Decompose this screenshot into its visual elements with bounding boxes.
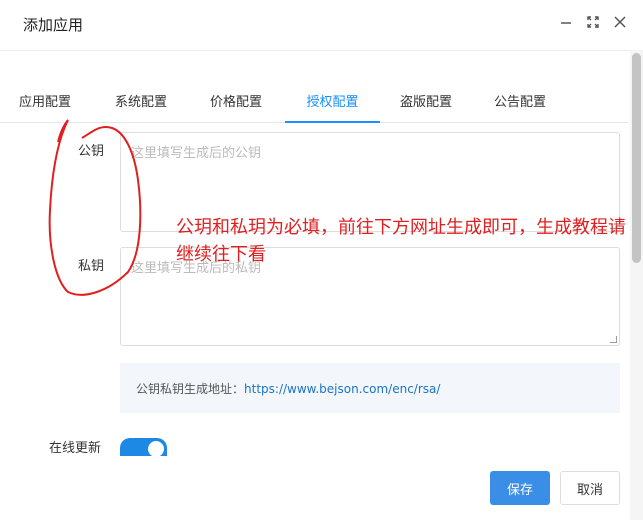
- resize-grip-icon[interactable]: [610, 336, 617, 343]
- maximize-icon[interactable]: [586, 15, 600, 29]
- cancel-button[interactable]: 取消: [560, 471, 620, 505]
- info-url-link[interactable]: https://www.bejson.com/enc/rsa/: [244, 382, 440, 396]
- online-update-label: 在线更新: [49, 441, 102, 456]
- tab-notice-config[interactable]: 公告配置: [494, 91, 546, 121]
- vertical-scrollbar[interactable]: [630, 50, 643, 520]
- minimize-icon[interactable]: [559, 15, 573, 29]
- private-key-label: 私钥: [78, 259, 105, 274]
- online-update-switch[interactable]: [120, 438, 167, 456]
- tab-price-config[interactable]: 价格配置: [210, 91, 262, 121]
- info-prefix: 公钥私钥生成地址：: [136, 382, 245, 396]
- save-button[interactable]: 保存: [490, 471, 550, 505]
- tab-system-config[interactable]: 系统配置: [115, 91, 167, 121]
- tab-auth-config[interactable]: 授权配置: [285, 91, 380, 123]
- key-generator-info: 公钥私钥生成地址：https://www.bejson.com/enc/rsa/: [120, 363, 620, 413]
- scrollbar-thumb[interactable]: [632, 53, 641, 263]
- dialog-title: 添加应用: [23, 16, 84, 34]
- public-key-placeholder: 这里填写生成后的公钥: [131, 146, 262, 161]
- info-text: 公钥私钥生成地址：https://www.bejson.com/enc/rsa/: [136, 380, 440, 397]
- annotation-text: 公玥和私玥为必填，前往下方网址生成即可，生成教程请继续往下看: [176, 217, 626, 265]
- window-controls: [559, 15, 627, 29]
- close-icon[interactable]: [613, 15, 627, 29]
- tab-bar: 应用配置 系统配置 价格配置 授权配置 盗版配置 公告配置: [0, 86, 628, 123]
- tab-app-config[interactable]: 应用配置: [19, 91, 71, 121]
- switch-knob: [148, 441, 164, 456]
- dialog-titlebar: 添加应用: [0, 0, 643, 51]
- tab-piracy-config[interactable]: 盗版配置: [400, 91, 452, 121]
- public-key-label: 公钥: [78, 144, 105, 159]
